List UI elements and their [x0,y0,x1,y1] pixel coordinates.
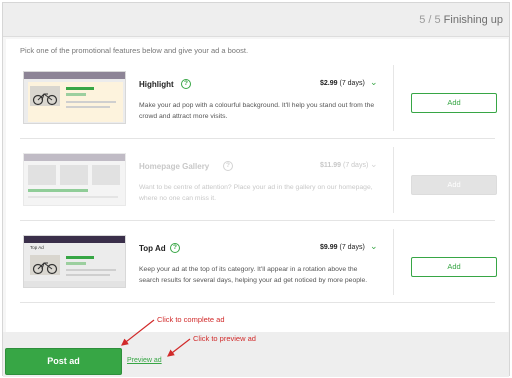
price-amount: $9.99 [320,244,338,251]
feature-description: Keep your ad at the top of its category.… [139,266,368,284]
step-indicator: 5 / 5 Finishing up [419,14,503,26]
feature-price: $11.99 (7 days) [320,162,368,169]
chevron-down-icon: ⌄ [370,159,378,169]
feature-homepage-gallery: Homepage Gallery ? $11.99 (7 days) ⌄ Wan… [20,139,497,221]
price-duration: (7 days) [339,244,365,251]
promote-ad-page: 5 / 5 Finishing up Pick one of the promo… [2,2,510,377]
feature-title: Homepage Gallery [139,162,210,171]
action-footer: Post ad Preview ad [3,332,509,377]
question-circle-icon: ? [223,161,233,171]
feature-title: Top Ad [139,244,166,253]
price-amount: $2.99 [320,80,338,87]
price-duration: (7 days) [342,162,369,169]
feature-description: Make your ad pop with a colourful backgr… [139,102,375,120]
divider [393,65,394,131]
promotion-panel: Pick one of the promotional features bel… [6,39,508,333]
feature-price[interactable]: $9.99 (7 days) [320,244,365,251]
add-homepage-gallery-button: Add [411,175,497,195]
bike-image [30,255,60,275]
question-circle-icon[interactable]: ? [181,79,191,89]
bike-image [30,86,60,106]
annotation-complete-ad: Click to complete ad [157,315,225,324]
question-circle-icon[interactable]: ? [170,243,180,253]
highlight-thumbnail [23,71,126,124]
feature-highlight: Highlight ? $2.99 (7 days) ⌄ Make your a… [20,57,497,139]
promotion-intro: Pick one of the promotional features bel… [20,46,249,55]
annotation-preview-ad: Click to preview ad [193,334,256,343]
feature-price[interactable]: $2.99 (7 days) [320,80,365,87]
step-count: 5 / 5 [419,14,441,26]
chevron-down-icon[interactable]: ⌄ [370,77,378,88]
post-ad-button[interactable]: Post ad [5,348,122,375]
top-ad-thumbnail: Top Ad [23,235,126,288]
step-header: 5 / 5 Finishing up [3,3,509,37]
price-duration: (7 days) [339,80,365,87]
price-amount: $11.99 [320,162,342,169]
homepage-gallery-thumbnail [23,153,126,206]
feature-title: Highlight [139,80,174,89]
chevron-down-icon[interactable]: ⌄ [370,241,378,252]
divider [393,229,394,295]
add-top-ad-button[interactable]: Add [411,257,497,277]
thumb-label: Top Ad [30,245,44,250]
step-title: Finishing up [443,14,503,26]
feature-description: Want to be centre of attention? Place yo… [139,184,373,202]
add-highlight-button[interactable]: Add [411,93,497,113]
preview-ad-link[interactable]: Preview ad [127,357,162,364]
feature-top-ad: Top Ad Top Ad ? $9.99 (7 days) ⌄ Keep yo… [20,221,497,303]
divider [393,147,394,213]
